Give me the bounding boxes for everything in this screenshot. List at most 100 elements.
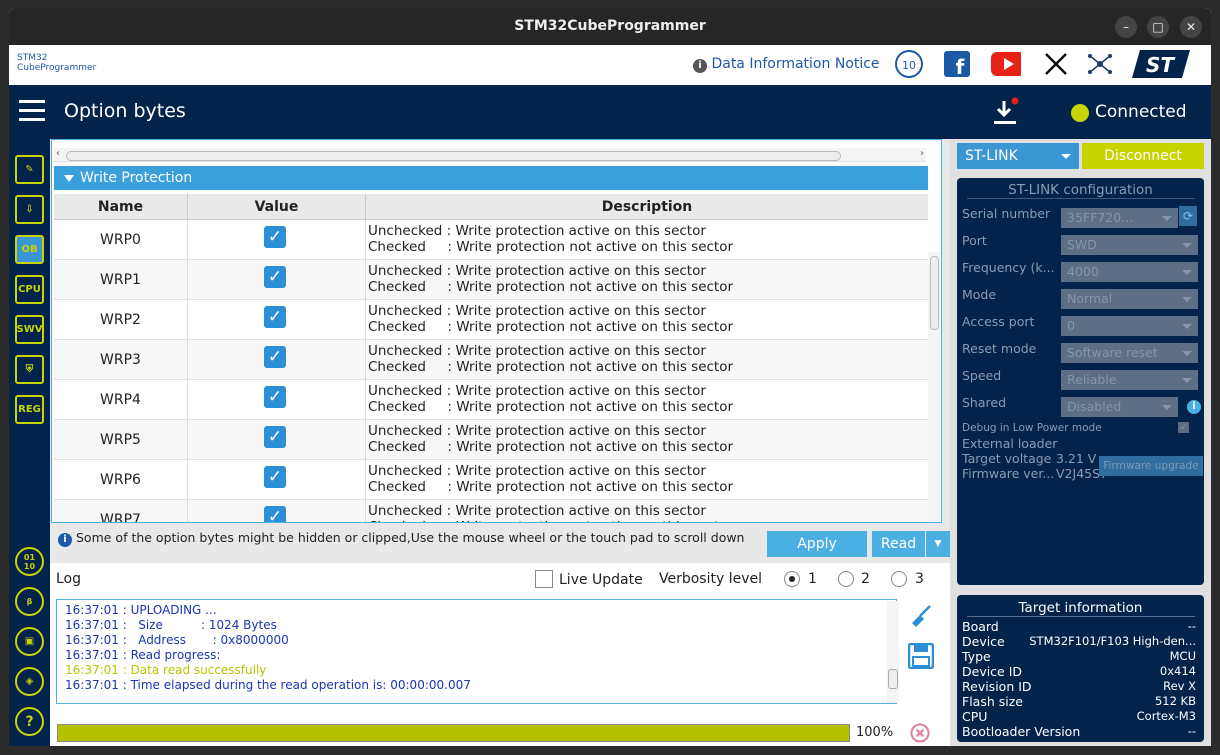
st-logo-icon[interactable]: ST bbox=[1131, 49, 1193, 79]
config-select[interactable]: 0 bbox=[1061, 316, 1198, 336]
description-line: Checked : Write protection not active on… bbox=[368, 319, 734, 335]
live-update-checkbox[interactable] bbox=[535, 570, 553, 588]
maximize-button[interactable]: □ bbox=[1147, 16, 1169, 38]
verbosity-3-radio[interactable] bbox=[891, 571, 907, 587]
firmware-upgrade-button[interactable]: Firmware upgrade bbox=[1099, 456, 1203, 476]
firmware-label: Firmware ver... bbox=[962, 466, 1055, 481]
save-log-icon[interactable] bbox=[907, 642, 935, 670]
verbosity-2-radio[interactable] bbox=[838, 571, 854, 587]
download-notify-icon[interactable] bbox=[991, 97, 1021, 127]
write-protection-checkbox[interactable]: ✓ bbox=[264, 506, 286, 522]
log-output[interactable]: 16:37:01 : UPLOADING ... 16:37:01 : Size… bbox=[56, 599, 899, 704]
write-protection-checkbox[interactable]: ✓ bbox=[264, 346, 286, 368]
description-line: Unchecked : Write protection active on t… bbox=[368, 223, 706, 239]
row-value: ✓ bbox=[188, 500, 366, 522]
config-select[interactable]: 4000 bbox=[1061, 262, 1198, 282]
log-line: 16:37:01 : UPLOADING ... bbox=[65, 603, 217, 617]
log-scrollbar[interactable] bbox=[887, 601, 899, 703]
row-name: WRP2 bbox=[54, 300, 188, 340]
sidebar-help-icon[interactable]: ? bbox=[15, 707, 44, 736]
youtube-icon[interactable] bbox=[991, 49, 1021, 79]
config-label: Reset mode bbox=[962, 341, 1037, 356]
sidebar-option-bytes-icon[interactable]: OB bbox=[15, 235, 44, 264]
anniversary-badge-icon[interactable]: 10 bbox=[894, 49, 924, 79]
horizontal-scrollbar[interactable]: ‹ › bbox=[54, 148, 926, 162]
config-select[interactable]: 35FF720... bbox=[1061, 208, 1178, 228]
cancel-icon[interactable] bbox=[910, 723, 930, 743]
description-line: Unchecked : Write protection active on t… bbox=[368, 463, 706, 479]
progress-text: 100% bbox=[856, 725, 894, 740]
write-protection-checkbox[interactable]: ✓ bbox=[264, 386, 286, 408]
sidebar-security-icon[interactable]: ⛨ bbox=[15, 355, 44, 384]
table-row: WRP0 ✓ Unchecked : Write protection active… bbox=[54, 220, 928, 260]
facebook-icon[interactable]: f bbox=[942, 49, 972, 79]
probe-select[interactable]: ST-LINK bbox=[957, 143, 1079, 169]
write-protection-checkbox[interactable]: ✓ bbox=[264, 266, 286, 288]
sidebar-swv-icon[interactable]: SWV bbox=[15, 315, 44, 344]
config-select[interactable]: Software reset bbox=[1061, 343, 1198, 363]
sidebar-chip-icon[interactable]: ▣ bbox=[15, 627, 44, 656]
sidebar-cpu-icon[interactable]: CPU bbox=[15, 275, 44, 304]
verbosity-1-radio[interactable] bbox=[784, 571, 800, 587]
verbosity-1-label: 1 bbox=[808, 571, 817, 587]
description-line: Checked : Write protection not active on… bbox=[368, 399, 734, 415]
data-notice-link[interactable]: i Data Information Notice bbox=[693, 56, 880, 73]
read-dropdown-icon[interactable]: ▼ bbox=[926, 531, 950, 557]
community-icon[interactable] bbox=[1085, 49, 1115, 79]
clear-log-icon[interactable] bbox=[908, 603, 934, 629]
vertical-scrollbar[interactable] bbox=[928, 252, 940, 522]
config-select[interactable]: Reliable bbox=[1061, 370, 1198, 390]
target-voltage-label: Target voltage bbox=[962, 451, 1052, 466]
description-line: Unchecked : Write protection active on t… bbox=[368, 263, 706, 279]
config-select[interactable]: Normal bbox=[1061, 289, 1198, 309]
target-label: Revision ID bbox=[962, 679, 1032, 694]
config-select[interactable]: Disabled bbox=[1061, 397, 1178, 417]
minimize-button[interactable]: – bbox=[1115, 16, 1137, 38]
close-button[interactable]: ✕ bbox=[1180, 16, 1202, 38]
row-description: Unchecked : Write protection active on t… bbox=[368, 263, 733, 295]
write-protection-checkbox[interactable]: ✓ bbox=[264, 426, 286, 448]
app-window: STM32CubeProgrammer – □ ✕ STM32 CubeProg… bbox=[9, 8, 1211, 746]
row-value: ✓ bbox=[188, 300, 366, 340]
table-row: WRP7 ✓ Unchecked : Write protection active… bbox=[54, 500, 928, 522]
target-value: 512 KB bbox=[1154, 694, 1196, 708]
row-name: WRP6 bbox=[54, 460, 188, 500]
connected-status-icon bbox=[1071, 104, 1089, 122]
notice-label: Data Information Notice bbox=[711, 56, 880, 72]
sidebar-binary-icon[interactable]: 01 10 bbox=[15, 547, 44, 576]
apply-button[interactable]: Apply bbox=[767, 531, 867, 557]
write-protection-checkbox[interactable]: ✓ bbox=[264, 466, 286, 488]
config-select[interactable]: SWD bbox=[1061, 235, 1198, 255]
external-loader-label: External loader bbox=[962, 436, 1058, 451]
verbosity-3-label: 3 bbox=[915, 571, 924, 587]
row-description: Unchecked : Write protection active on t… bbox=[368, 303, 733, 335]
page-header: Option bytes Connected bbox=[9, 85, 1211, 139]
debug-low-power-checkbox[interactable]: ✓ bbox=[1178, 422, 1189, 433]
shared-info-icon[interactable]: i bbox=[1187, 400, 1201, 414]
disconnect-button[interactable]: Disconnect bbox=[1082, 143, 1204, 169]
vertical-scroll-thumb[interactable] bbox=[930, 256, 939, 330]
sidebar-register-icon[interactable]: REG bbox=[15, 395, 44, 424]
read-button[interactable]: Read bbox=[872, 531, 925, 557]
sidebar-beta-icon[interactable]: β bbox=[15, 587, 44, 616]
description-line: Unchecked : Write protection active on t… bbox=[368, 303, 706, 319]
log-line: 16:37:01 : Time elapsed during the read … bbox=[65, 678, 471, 692]
log-scroll-thumb[interactable] bbox=[888, 669, 898, 689]
col-value: Value bbox=[188, 194, 366, 220]
write-protection-checkbox[interactable]: ✓ bbox=[264, 306, 286, 328]
sidebar-erase-program-icon[interactable]: ✎ bbox=[15, 155, 44, 184]
col-name: Name bbox=[54, 194, 188, 220]
description-line: Checked : Write protection not active on… bbox=[368, 519, 733, 522]
refresh-icon[interactable]: ⟳ bbox=[1179, 206, 1197, 226]
config-label: Mode bbox=[962, 287, 997, 302]
sidebar-cube-icon[interactable]: ◈ bbox=[15, 667, 44, 696]
menu-icon[interactable] bbox=[19, 100, 45, 122]
col-description: Description bbox=[601, 199, 693, 215]
x-icon[interactable] bbox=[1041, 49, 1071, 79]
svg-text:ST: ST bbox=[1146, 53, 1175, 77]
horizontal-scroll-thumb[interactable] bbox=[66, 151, 841, 161]
write-protection-section[interactable]: Write Protection bbox=[54, 166, 928, 190]
sidebar-download-icon[interactable]: ⇩ bbox=[15, 195, 44, 224]
table-row: WRP2 ✓ Unchecked : Write protection active… bbox=[54, 300, 928, 340]
write-protection-checkbox[interactable]: ✓ bbox=[264, 226, 286, 248]
